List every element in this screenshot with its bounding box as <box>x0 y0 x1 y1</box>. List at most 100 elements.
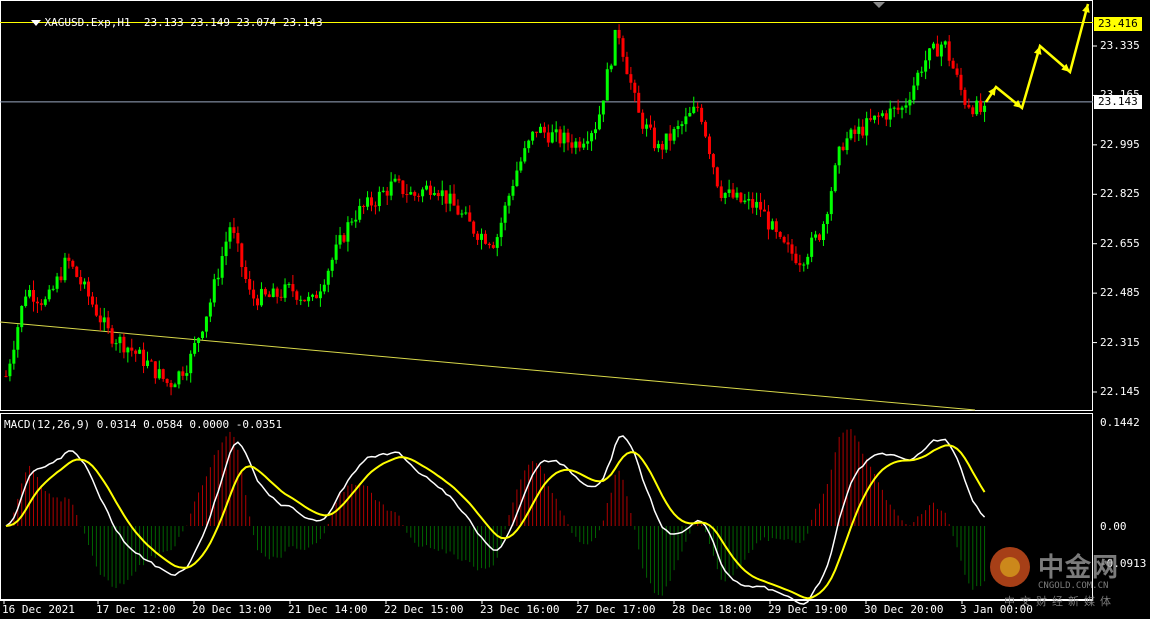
candle-body <box>786 242 790 245</box>
price-axis-label: 22.655 <box>1100 236 1140 250</box>
candle-body <box>299 299 303 301</box>
candle-body <box>35 301 39 304</box>
candle-body <box>920 71 924 73</box>
candle-body <box>535 131 539 133</box>
candle-body <box>704 121 708 137</box>
watermark-title: 中金网 <box>1038 553 1120 583</box>
candle-body <box>558 129 562 144</box>
candle-body <box>460 213 464 215</box>
candle-body <box>503 205 507 223</box>
candle-body <box>401 180 405 195</box>
candle-body <box>727 189 731 193</box>
candle-body <box>641 112 645 129</box>
candle-body <box>656 144 660 149</box>
candle-body <box>224 241 228 257</box>
price-axis-label: 22.995 <box>1100 137 1140 151</box>
candle-body <box>472 221 476 234</box>
candle-body <box>480 233 484 240</box>
candle-body <box>955 68 959 75</box>
candle-body <box>664 133 668 150</box>
candle-body <box>845 138 849 151</box>
candle-body <box>527 140 531 149</box>
candle-body <box>381 190 385 192</box>
candle-body <box>841 146 845 151</box>
candle-body <box>821 224 825 240</box>
candle-body <box>837 146 841 166</box>
candle-body <box>570 142 574 148</box>
candle-body <box>468 212 472 222</box>
candle-body <box>719 186 723 198</box>
candle-body <box>515 170 519 186</box>
candle-body <box>358 205 362 220</box>
candle-body <box>971 107 975 115</box>
candle-body <box>873 115 877 120</box>
candle-body <box>432 193 436 195</box>
watermark-slogan: 中文财经新媒体 <box>1004 595 1116 608</box>
candle-body <box>829 191 833 215</box>
candle-body <box>700 107 704 122</box>
candle-body <box>421 189 425 197</box>
candle-body <box>212 279 216 303</box>
candle-body <box>735 192 739 198</box>
candle-body <box>975 100 979 115</box>
candle-body <box>939 44 943 57</box>
candle-body <box>287 284 291 286</box>
candle-body <box>916 72 920 86</box>
candle-body <box>307 296 311 302</box>
time-axis-label: 22 Dec 15:00 <box>384 603 464 616</box>
candle-body <box>204 316 208 332</box>
candle-body <box>436 193 440 197</box>
price-axis-label: 22.145 <box>1100 385 1140 398</box>
candle-body <box>900 107 904 110</box>
candle-body <box>770 221 774 230</box>
candle-body <box>896 107 900 110</box>
candle-body <box>908 99 912 106</box>
candle-body <box>216 277 220 280</box>
candle-body <box>102 317 106 323</box>
candle-body <box>452 193 456 206</box>
candle-body <box>114 343 118 345</box>
candle-body <box>499 222 503 238</box>
candle-body <box>405 194 409 196</box>
current-price-tag: 23.143 <box>1094 95 1142 109</box>
candle-body <box>428 185 432 195</box>
watermark-url: CNGOLD.COM.CN <box>1038 581 1109 591</box>
candle-body <box>601 100 605 115</box>
candle-body <box>55 276 59 289</box>
candle-body <box>566 132 570 143</box>
candle-body <box>409 192 413 195</box>
candle-body <box>118 336 122 344</box>
candle-body <box>963 89 967 105</box>
price-axis-label: 23.335 <box>1100 39 1140 52</box>
candle-body <box>597 114 601 130</box>
caret-down-icon[interactable] <box>30 20 41 26</box>
candle-body <box>98 315 102 323</box>
candle-body <box>464 212 468 214</box>
macd-header: MACD(12,26,9) 0.0314 0.0584 0.0000 -0.03… <box>4 418 283 431</box>
candle-body <box>605 69 609 101</box>
candle-body <box>334 244 338 260</box>
candle-body <box>904 105 908 108</box>
candle-body <box>931 43 935 49</box>
candle-body <box>134 350 138 354</box>
candle-body <box>94 304 98 316</box>
candle-body <box>684 116 688 125</box>
candle-body <box>456 205 460 215</box>
price-axis-label: 22.485 <box>1100 286 1140 300</box>
candle-body <box>495 237 499 248</box>
candle-body <box>279 296 283 298</box>
candle-body <box>739 192 743 203</box>
candle-body <box>538 126 542 133</box>
candle-body <box>161 369 165 379</box>
candle-body <box>857 126 861 134</box>
candle-body <box>208 302 212 317</box>
time-axis-label: 30 Dec 20:00 <box>864 603 944 616</box>
candle-body <box>448 193 452 204</box>
time-axis-label: 27 Dec 17:00 <box>576 603 656 616</box>
candle-body <box>263 288 267 295</box>
projection-path <box>984 3 1090 111</box>
price-chart[interactable] <box>0 0 1150 619</box>
candle-body <box>39 303 43 305</box>
candle-body <box>696 106 700 108</box>
candle-body <box>806 256 810 265</box>
